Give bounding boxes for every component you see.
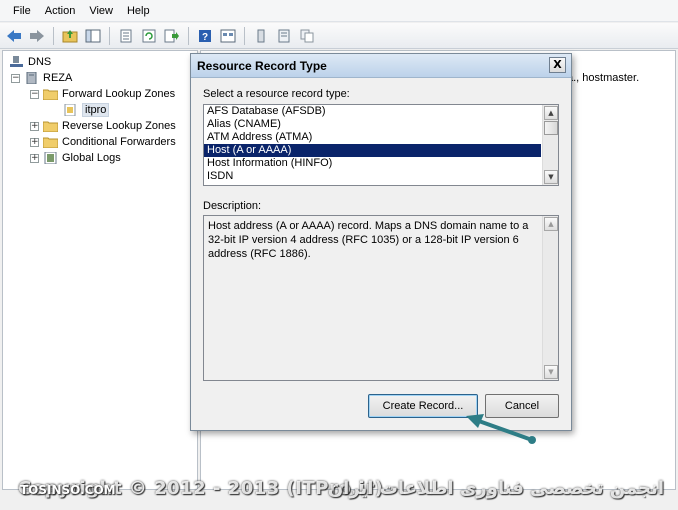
expand-icon[interactable]: +	[30, 153, 39, 163]
scroll-down-button[interactable]: ▼	[544, 170, 558, 184]
scroll-up-button[interactable]: ▲	[544, 106, 558, 120]
forward-arrow-icon[interactable]	[27, 26, 47, 46]
log-icon	[44, 152, 57, 164]
zone-icon[interactable]	[251, 26, 271, 46]
properties-icon[interactable]	[116, 26, 136, 46]
menu-action[interactable]: Action	[38, 5, 83, 17]
scroll-thumb[interactable]	[544, 121, 558, 135]
help-icon[interactable]: ?	[195, 26, 215, 46]
toolbar: ?	[0, 23, 678, 49]
tree-label-forward-zones: Forward Lookup Zones	[62, 88, 176, 100]
copy-icon[interactable]	[297, 26, 317, 46]
server-icon	[26, 72, 37, 84]
watermark: Copyright © 2012 - 2013 (ITPro.ir) - TOS…	[0, 472, 678, 504]
annotation-arrow-icon	[466, 414, 536, 444]
svg-text:?: ?	[202, 32, 208, 43]
close-icon: X	[553, 58, 562, 71]
console-tree: DNS − REZA − Forward Lookup Zones itpro …	[2, 50, 198, 490]
scroll-up-button[interactable]: ▲	[544, 217, 558, 231]
list-scrollbar[interactable]: ▲ ▼	[542, 105, 558, 185]
list-item[interactable]: AFS Database (AFSDB)	[204, 105, 541, 118]
tree-node-reverse-zones[interactable]: + Reverse Lookup Zones	[30, 118, 176, 134]
close-button[interactable]: X	[549, 57, 566, 73]
tree-label-global-logs: Global Logs	[62, 152, 121, 164]
description-box: Host address (A or AAAA) record. Maps a …	[203, 215, 559, 381]
list-item[interactable]: ISDN	[204, 170, 541, 183]
menu-help[interactable]: Help	[120, 5, 157, 17]
description-scrollbar[interactable]: ▲ ▼	[542, 216, 558, 380]
tree-label-reverse-zones: Reverse Lookup Zones	[62, 120, 176, 132]
folder-icon	[43, 137, 58, 148]
refresh-icon[interactable]	[139, 26, 159, 46]
collapse-icon[interactable]: −	[11, 73, 20, 83]
dialog-title-bar: Resource Record Type X	[191, 54, 571, 78]
expand-icon[interactable]: +	[30, 121, 39, 131]
tree-label-server: REZA	[43, 72, 73, 84]
select-record-type-label: Select a resource record type:	[203, 88, 350, 100]
list-item-selected[interactable]: Host (A or AAAA)	[204, 144, 541, 157]
description-label: Description:	[203, 200, 262, 212]
record-type-list[interactable]: AFS Database (AFSDB) Alias (CNAME) ATM A…	[203, 104, 559, 186]
details-text-fragment: a., hostmaster.	[567, 72, 640, 84]
toolbar-separator	[53, 26, 54, 45]
watermark-site: TOSINSO.COM	[20, 483, 116, 497]
resource-record-type-dialog: Resource Record Type X Select a resource…	[190, 53, 572, 431]
menu-view[interactable]: View	[82, 5, 120, 17]
list-item[interactable]: Alias (CNAME)	[204, 118, 541, 131]
scroll-down-button[interactable]: ▼	[544, 365, 558, 379]
tree-node-dns[interactable]: DNS	[9, 54, 51, 70]
list-item[interactable]: Host Information (HINFO)	[204, 157, 541, 170]
console-tree-icon[interactable]	[218, 26, 238, 46]
dialog-title: Resource Record Type	[197, 58, 327, 73]
collapse-icon[interactable]: −	[30, 89, 39, 99]
folder-icon	[43, 121, 58, 132]
list-item[interactable]: ATM Address (ATMA)	[204, 131, 541, 144]
description-text: Host address (A or AAAA) record. Maps a …	[208, 220, 529, 260]
export-list-icon[interactable]	[162, 26, 182, 46]
tree-node-conditional-forwarders[interactable]: + Conditional Forwarders	[30, 134, 176, 150]
tree-label-conditional-forwarders: Conditional Forwarders	[62, 136, 176, 148]
show-hide-tree-icon[interactable]	[83, 26, 103, 46]
zone-file-icon	[64, 104, 76, 116]
menu-bar: File Action View Help	[0, 0, 678, 22]
watermark-persian: انجمن تخصصی فناوری اطلاعات ایران	[327, 478, 664, 499]
toolbar-separator	[244, 26, 245, 45]
tree-label-dns: DNS	[28, 56, 52, 68]
tree-node-forward-zones[interactable]: − Forward Lookup Zones	[30, 86, 175, 102]
dns-icon	[10, 56, 23, 67]
up-folder-icon[interactable]	[60, 26, 80, 46]
list-view-icon[interactable]	[274, 26, 294, 46]
tree-label-zone: itpro	[82, 103, 110, 117]
tree-node-server[interactable]: − REZA	[11, 70, 72, 86]
tree-node-global-logs[interactable]: + Global Logs	[30, 150, 121, 166]
back-arrow-icon[interactable]	[4, 26, 24, 46]
toolbar-separator	[188, 26, 189, 45]
folder-icon	[43, 89, 58, 100]
toolbar-separator	[109, 26, 110, 45]
tree-node-zone-itpro[interactable]: itpro	[63, 102, 110, 118]
menu-file[interactable]: File	[6, 5, 38, 17]
expand-icon[interactable]: +	[30, 137, 39, 147]
